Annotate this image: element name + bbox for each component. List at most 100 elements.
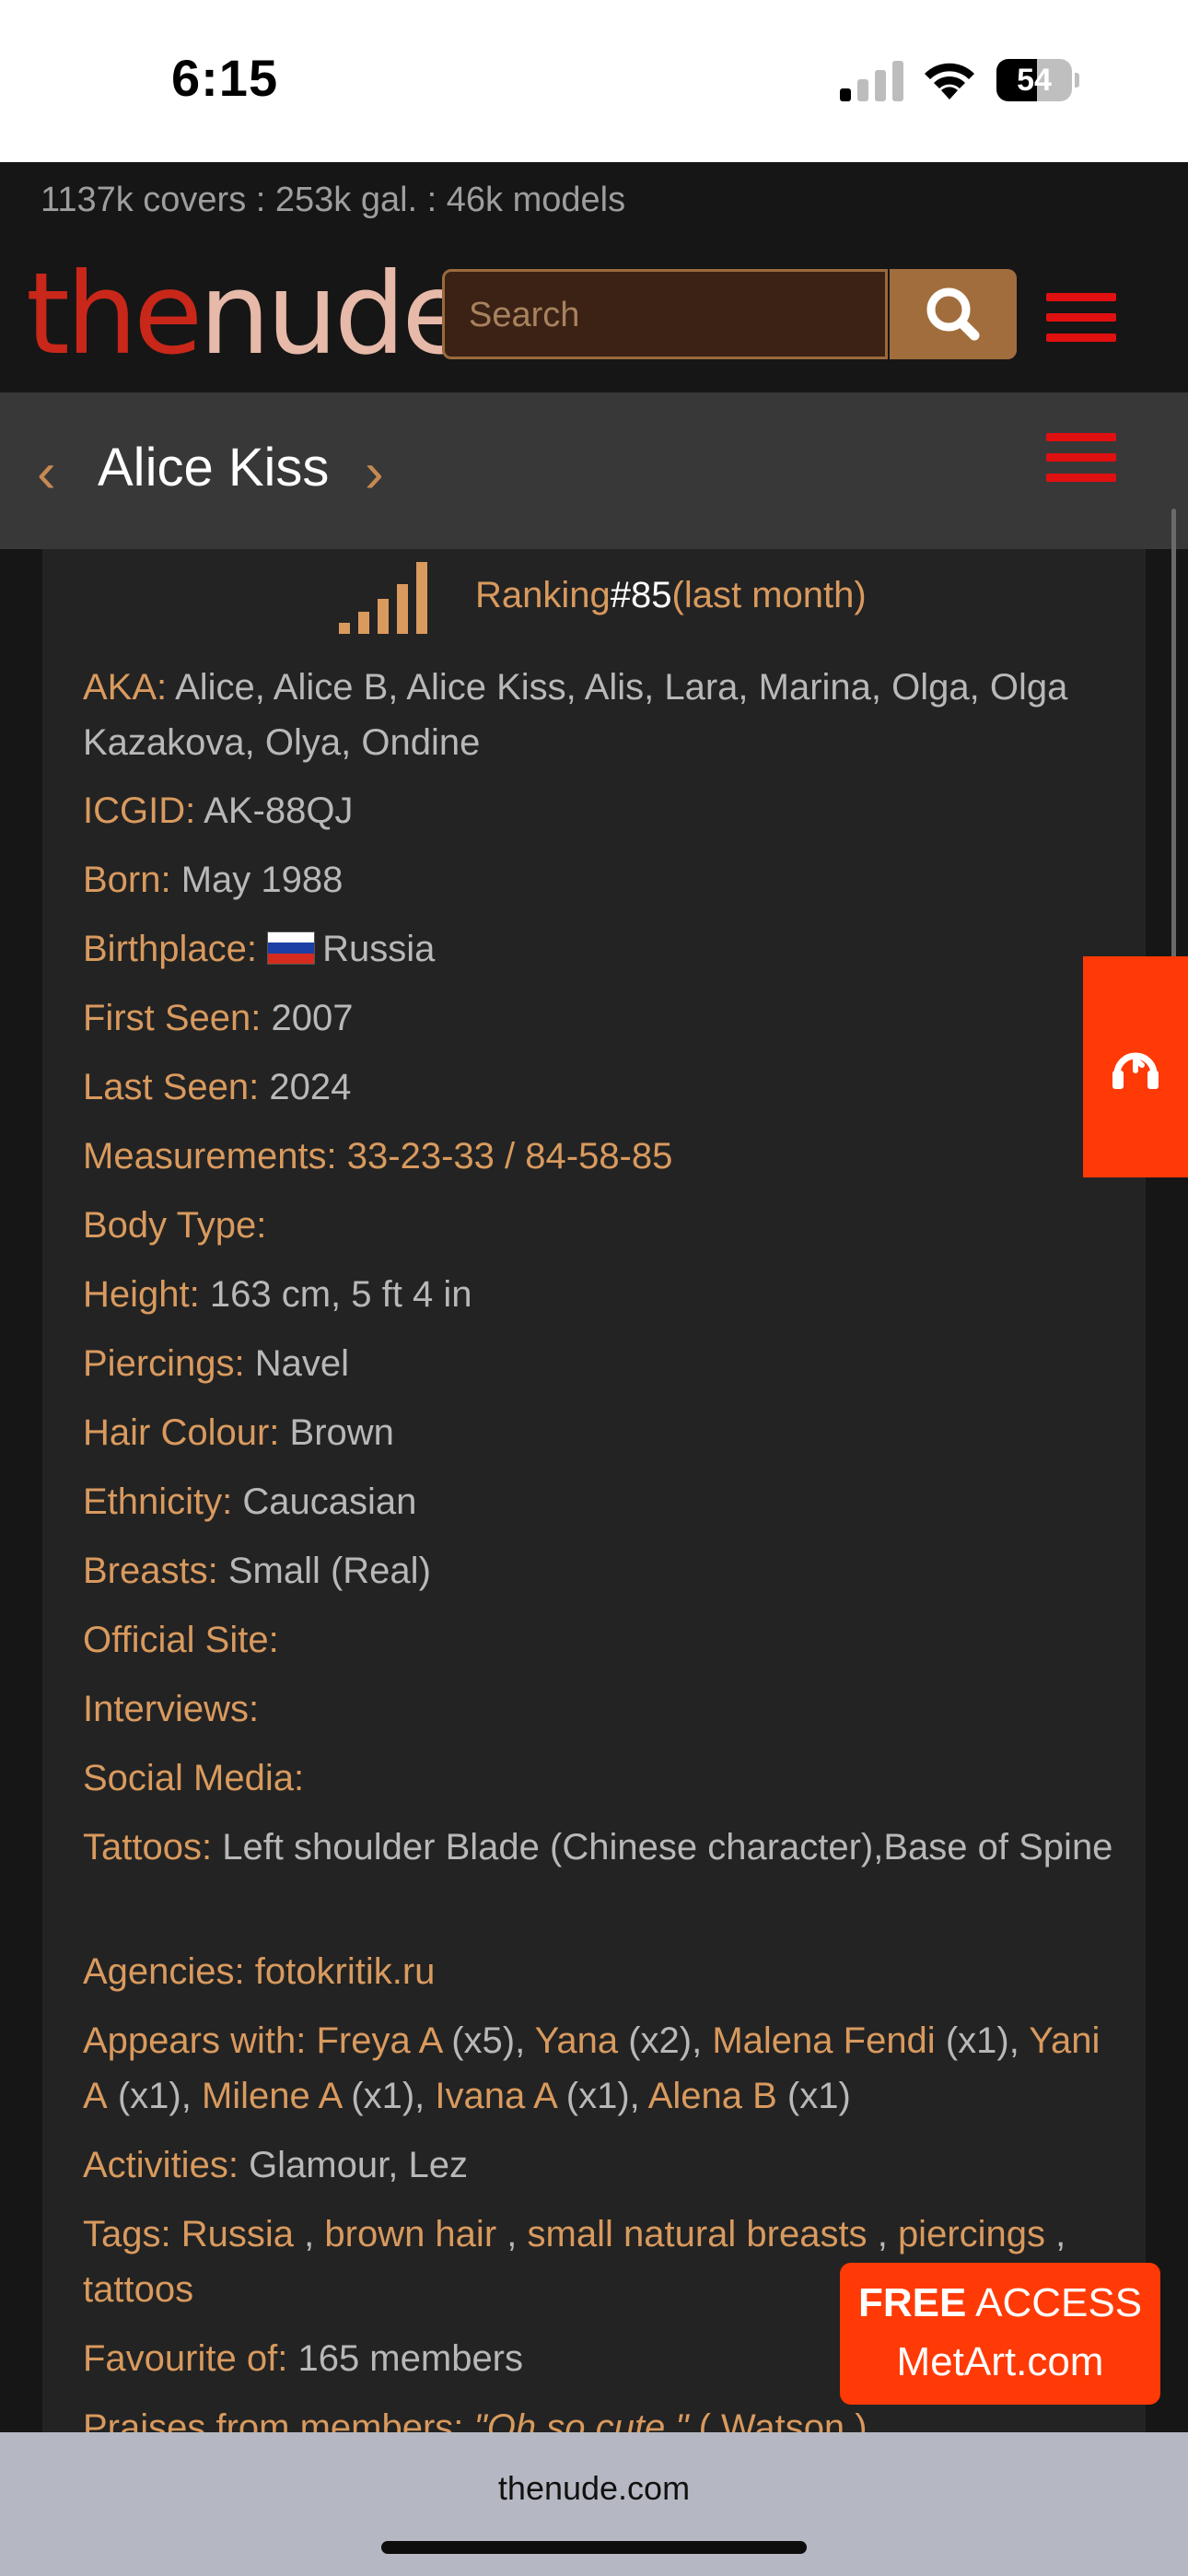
ranking-value: #85: [610, 575, 672, 615]
model-info-card: Ranking#85(last month) AKA: Alice, Alice…: [42, 549, 1146, 2438]
aka-value: Alice, Alice B, Alice Kiss, Alis, Lara, …: [83, 667, 1068, 763]
tattoos-label: Tattoos:: [83, 1827, 213, 1868]
birthplace-label: Birthplace:: [83, 929, 257, 969]
hair-row: Hair Colour: Brown: [83, 1405, 1114, 1460]
activities-label: Activities:: [83, 2145, 239, 2185]
appears-count: (x1): [565, 2076, 630, 2116]
breasts-row: Breasts: Small (Real): [83, 1543, 1114, 1598]
piercings-value: Navel: [254, 1343, 350, 1384]
russia-flag-icon: [267, 931, 316, 965]
site-logo[interactable]: thenude: [26, 254, 471, 374]
piercings-row: Piercings: Navel: [83, 1336, 1114, 1391]
next-model-chevron-icon[interactable]: ›: [365, 440, 384, 506]
logo-nude: nude: [199, 249, 471, 380]
birthplace-value: Russia: [322, 929, 436, 969]
search-input[interactable]: Search: [442, 269, 888, 359]
tattoos-value: Left shoulder Blade (Chinese character),…: [222, 1827, 1113, 1868]
search-button[interactable]: [890, 269, 1017, 359]
first-seen-label: First Seen:: [83, 998, 262, 1038]
model-menu-button[interactable]: [1046, 433, 1116, 483]
interviews-row: Interviews:: [83, 1681, 1114, 1737]
measurements-label: Measurements:: [83, 1136, 337, 1177]
appears-count: (x1): [117, 2076, 181, 2116]
home-indicator[interactable]: [381, 2541, 807, 2554]
breasts-value: Small (Real): [227, 1551, 431, 1591]
appears-count: (x2): [628, 2020, 693, 2061]
browser-url[interactable]: thenude.com: [0, 2469, 1188, 2508]
appears-with-link[interactable]: Yana: [535, 2020, 618, 2061]
interviews-label: Interviews:: [83, 1689, 260, 1729]
activities-value: Glamour, Lez: [249, 2145, 468, 2185]
agency-link[interactable]: fotokritik.ru: [255, 1951, 436, 1992]
tattoos-row: Tattoos: Left shoulder Blade (Chinese ch…: [83, 1820, 1114, 1875]
height-row: Height: 163 cm, 5 ft 4 in: [83, 1267, 1114, 1322]
body-type-label: Body Type:: [83, 1205, 267, 1246]
promo-free-access-button[interactable]: FREE ACCESS MetArt.com: [840, 2263, 1160, 2405]
main-menu-button[interactable]: [1046, 293, 1116, 343]
browser-address-bar[interactable]: thenude.com: [0, 2432, 1188, 2576]
tag-link[interactable]: piercings: [898, 2214, 1045, 2254]
scrollbar[interactable]: [1171, 509, 1176, 978]
appears-with-link[interactable]: Alena B: [648, 2076, 777, 2116]
measurements-link[interactable]: 33-23-33 / 84-58-85: [347, 1136, 673, 1177]
appears-count: (x1): [351, 2076, 415, 2116]
appears-with-link[interactable]: Freya A: [316, 2020, 441, 2061]
appears-with-link[interactable]: Milene A: [202, 2076, 341, 2116]
promo-access: ACCESS: [966, 2280, 1143, 2325]
official-site-label: Official Site:: [83, 1620, 279, 1660]
social-row: Social Media:: [83, 1751, 1114, 1806]
side-feedback-tab[interactable]: [1083, 956, 1188, 1177]
social-label: Social Media:: [83, 1758, 305, 1798]
cellular-signal-icon: [840, 61, 903, 101]
icgid-label: ICGID:: [83, 790, 196, 831]
status-bar: 6:15 54: [0, 0, 1188, 162]
ranking-period: (last month): [671, 575, 867, 615]
last-seen-label: Last Seen:: [83, 1067, 260, 1107]
first-seen-row: First Seen: 2007: [83, 990, 1114, 1046]
tag-link[interactable]: tattoos: [83, 2269, 193, 2310]
model-name: Alice Kiss: [98, 438, 330, 498]
ethnicity-label: Ethnicity:: [83, 1481, 233, 1522]
favourite-label: Favourite of:: [83, 2338, 288, 2379]
icgid-row: ICGID: AK-88QJ: [83, 783, 1114, 838]
search-placeholder: Search: [469, 296, 580, 334]
body-type-row: Body Type:: [83, 1198, 1114, 1253]
hair-value: Brown: [289, 1412, 394, 1453]
birthplace-row: Birthplace: Russia: [83, 921, 1114, 977]
battery-icon: 54: [996, 59, 1079, 101]
battery-level: 54: [1017, 63, 1052, 98]
previous-model-chevron-icon[interactable]: ‹: [37, 440, 56, 506]
last-seen-row: Last Seen: 2024: [83, 1060, 1114, 1115]
ranking-label: Ranking: [475, 575, 611, 615]
wifi-icon: [925, 63, 974, 100]
official-site-row: Official Site:: [83, 1612, 1114, 1668]
site-stats: 1137k covers : 253k gal. : 46k models: [41, 181, 626, 219]
appears-count: (x1): [786, 2076, 851, 2116]
favourite-value: 165 members: [297, 2338, 524, 2379]
search-icon: [926, 287, 980, 341]
agencies-label: Agencies:: [83, 1951, 245, 1992]
site-header: 1137k covers : 253k gal. : 46k models th…: [0, 162, 1188, 392]
headset-icon: [1112, 1052, 1159, 1089]
appears-with-row: Appears with: Freya A (x5), Yana (x2), M…: [83, 2020, 1101, 2116]
ethnicity-row: Ethnicity: Caucasian: [83, 1474, 1114, 1529]
tag-link[interactable]: Russia: [181, 2214, 294, 2254]
appears-with-link[interactable]: Malena Fendi: [712, 2020, 935, 2061]
appears-with-link[interactable]: Ivana A: [435, 2076, 555, 2116]
status-time: 6:15: [171, 49, 279, 107]
hair-label: Hair Colour:: [83, 1412, 280, 1453]
appears-count: (x1): [945, 2020, 1009, 2061]
ranking-bars-icon: [339, 562, 427, 634]
piercings-label: Piercings:: [83, 1343, 245, 1384]
breasts-label: Breasts:: [83, 1551, 218, 1591]
height-value: 163 cm, 5 ft 4 in: [209, 1274, 472, 1315]
aka-label: AKA:: [83, 667, 168, 708]
tag-link[interactable]: brown hair: [324, 2214, 496, 2254]
model-header: ‹ Alice Kiss ›: [0, 392, 1188, 549]
promo-free: FREE: [857, 2280, 967, 2325]
appears-count: (x5): [451, 2020, 516, 2061]
icgid-value: AK-88QJ: [204, 790, 354, 831]
tag-link[interactable]: small natural breasts: [528, 2214, 868, 2254]
first-seen-value: 2007: [271, 998, 354, 1038]
aka-row: AKA: Alice, Alice B, Alice Kiss, Alis, L…: [83, 660, 1114, 770]
